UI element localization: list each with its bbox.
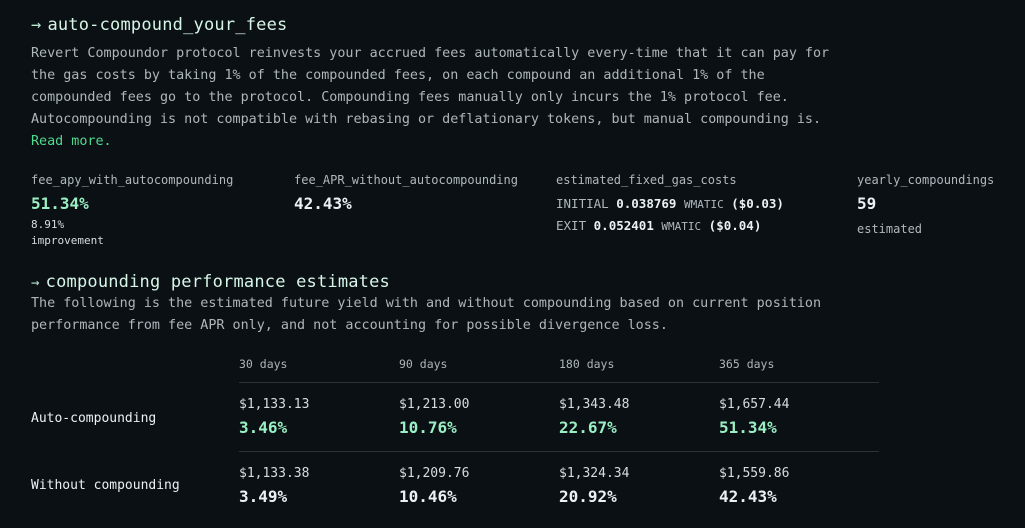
column-header: 180 days <box>559 357 615 371</box>
table-cell-percent: 22.67% <box>559 418 617 437</box>
arrow-right-icon: → <box>31 15 42 35</box>
gas-label: estimated_fixed_gas_costs <box>556 173 737 187</box>
yearly-label: yearly_compoundings <box>857 173 995 187</box>
table-cell-percent: 10.76% <box>399 418 457 437</box>
section-title-autocompound: → auto-compound_your_fees <box>31 15 288 35</box>
read-more-link[interactable]: Read more. <box>31 134 112 149</box>
column-header: 30 days <box>239 357 288 371</box>
table-cell-amount: $1,133.38 <box>239 466 310 481</box>
table-divider <box>239 451 879 452</box>
apr-value: 42.43% <box>294 194 352 213</box>
table-divider <box>239 382 879 383</box>
apy-value: 51.34% <box>31 194 89 213</box>
table-cell-percent: 20.92% <box>559 487 617 506</box>
apy-improvement-value: 8.91% <box>31 218 65 231</box>
table-cell-amount: $1,133.13 <box>239 397 310 412</box>
column-header: 90 days <box>399 357 448 371</box>
table-cell-percent: 3.46% <box>239 418 288 437</box>
gas-exit: EXIT 0.052401 WMATIC ($0.04) <box>556 218 762 233</box>
table-cell-amount: $1,324.34 <box>559 466 630 481</box>
autocompound-description: Revert Compoundor protocol reinvests you… <box>31 46 830 149</box>
row-label-without-compounding: Without compounding <box>31 478 180 493</box>
table-cell-amount: $1,213.00 <box>399 397 470 412</box>
apr-label: fee_APR_without_autocompounding <box>294 173 518 187</box>
table-cell-amount: $1,657.44 <box>719 397 790 412</box>
table-cell-amount: $1,209.76 <box>399 466 470 481</box>
section-title-performance: → compounding performance estimates <box>31 272 390 292</box>
arrow-right-icon: → <box>31 275 40 291</box>
yearly-value: 59 <box>857 194 877 213</box>
apy-improvement-label: improvement <box>31 234 104 247</box>
table-cell-amount: $1,559.86 <box>719 466 790 481</box>
table-cell-percent: 10.46% <box>399 487 457 506</box>
yearly-note: estimated <box>857 222 923 236</box>
column-header: 365 days <box>719 357 775 371</box>
table-cell-percent: 51.34% <box>719 418 777 437</box>
apy-label: fee_apy_with_autocompounding <box>31 173 234 187</box>
table-cell-amount: $1,343.48 <box>559 397 630 412</box>
table-cell-percent: 3.49% <box>239 487 288 506</box>
table-cell-percent: 42.43% <box>719 487 777 506</box>
performance-description: The following is the estimated future yi… <box>31 296 822 333</box>
row-label-autocompounding: Auto-compounding <box>31 411 157 426</box>
gas-initial: INITIAL 0.038769 WMATIC ($0.03) <box>556 196 784 211</box>
